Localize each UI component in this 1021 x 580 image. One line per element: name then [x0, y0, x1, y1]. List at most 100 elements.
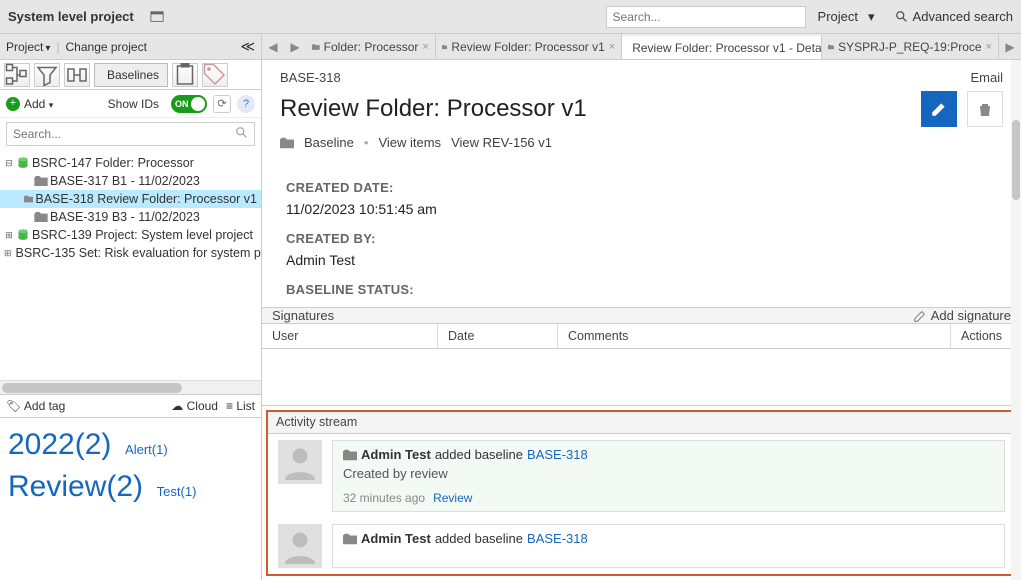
activity-body: Admin Test added baseline BASE-318 Creat…	[332, 440, 1005, 512]
search-icon	[895, 10, 909, 24]
signatures-columns: User Date Comments Actions	[262, 324, 1021, 349]
tool-releases-icon[interactable]	[64, 63, 90, 87]
created-by-label: CREATED BY:	[286, 231, 997, 246]
signatures-body	[262, 349, 1021, 406]
tab-scroll-right[interactable]: ▶	[284, 34, 306, 59]
tag-test[interactable]: Test(1)	[157, 484, 197, 499]
tree-row[interactable]: ⊞ BSRC-139 Project: System level project	[0, 226, 261, 244]
baseline-status-label: BASELINE STATUS:	[286, 282, 997, 297]
top-bar: System level project Project ▾ Advanced …	[0, 0, 1021, 34]
tag-toolbar: 🏷 Add tag ☁ Cloud ≡ List	[0, 394, 261, 418]
advanced-search-link[interactable]: Advanced search	[891, 9, 1013, 24]
tab-scroll-right-end[interactable]: ▶	[999, 34, 1021, 59]
page-title: Review Folder: Processor v1	[280, 95, 587, 123]
col-comments: Comments	[558, 324, 951, 348]
close-icon[interactable]: ×	[609, 41, 615, 53]
tool-baselines-button[interactable]: Baselines	[94, 63, 168, 87]
content-scrollbar[interactable]	[1011, 60, 1021, 580]
close-icon[interactable]: ×	[986, 41, 992, 53]
tree-label: BSRC-135 Set: Risk evaluation for system…	[16, 246, 261, 260]
folder-icon	[442, 42, 448, 52]
tab[interactable]: SYSPRJ-P_REQ-19:Proce×	[822, 34, 999, 59]
project-dropdown[interactable]: Project▾	[6, 40, 50, 54]
activity-review-link[interactable]: Review	[433, 491, 472, 505]
add-tag-link[interactable]: 🏷 Add tag	[6, 399, 65, 413]
tab-label: Folder: Processor	[324, 40, 419, 54]
tab-bar: ◀ ▶ Folder: Processor×Review Folder: Pro…	[262, 34, 1021, 60]
breadcrumb: Baseline • View items View REV-156 v1	[262, 135, 1021, 162]
add-signature-link[interactable]: Add signature	[913, 308, 1011, 323]
expander-icon[interactable]: ⊟	[4, 158, 14, 169]
help-icon[interactable]: ?	[237, 95, 255, 113]
add-plus-icon[interactable]: +	[6, 97, 20, 111]
expander-icon[interactable]: ⊞	[4, 230, 14, 241]
crumb-view-items[interactable]: View items	[378, 135, 441, 150]
sidebar-search-input[interactable]	[6, 122, 255, 146]
tree-row[interactable]: BASE-319 B3 - 11/02/2023	[0, 208, 261, 226]
tree-label: BSRC-139 Project: System level project	[32, 228, 253, 242]
sidebar: Project▾ | Change project ≪ Baselines + …	[0, 34, 262, 580]
activity-stream-panel: Activity stream Admin Test added baselin…	[266, 410, 1017, 576]
show-ids-toggle[interactable]: ON	[171, 95, 207, 113]
crumb-view-rev[interactable]: View REV-156 v1	[451, 135, 552, 150]
baseline-tree: ⊟ BSRC-147 Folder: Processor BASE-317 B1…	[0, 150, 261, 380]
tree-row[interactable]: ⊞ BSRC-135 Set: Risk evaluation for syst…	[0, 244, 261, 262]
change-project-link[interactable]: Change project	[66, 40, 147, 54]
activity-item: Admin Test added baseline BASE-318	[268, 518, 1015, 574]
activity-target-link[interactable]: BASE-318	[527, 531, 588, 546]
folder-icon	[828, 42, 834, 52]
signatures-title: Signatures	[272, 308, 334, 323]
tab[interactable]: Review Folder: Processor v1 ×	[436, 34, 622, 59]
tree-row[interactable]: BASE-317 B1 - 11/02/2023	[0, 172, 261, 190]
folder-icon	[280, 137, 294, 149]
search-scope-dropdown[interactable]: Project ▾	[812, 9, 881, 25]
tree-label: BASE-318 Review Folder: Processor v1	[35, 192, 257, 206]
close-icon[interactable]: ×	[422, 41, 428, 53]
activity-item: Admin Test added baseline BASE-318 Creat…	[268, 434, 1015, 518]
tree-row[interactable]: BASE-318 Review Folder: Processor v1	[0, 190, 261, 208]
tool-filter-icon[interactable]	[34, 63, 60, 87]
tab-label: Review Folder: Processor v1	[451, 40, 604, 54]
tool-clipboard-icon[interactable]	[172, 63, 198, 87]
tree-label: BASE-317 B1 - 11/02/2023	[50, 174, 200, 188]
folder-icon	[343, 449, 357, 461]
email-link[interactable]: Email	[970, 70, 1003, 85]
tag-review[interactable]: Review(2)	[8, 470, 143, 504]
delete-button[interactable]	[967, 91, 1003, 127]
activity-stream-title: Activity stream	[268, 412, 1015, 434]
tool-tag-icon[interactable]	[202, 63, 228, 87]
tag-list-button[interactable]: ≡ List	[226, 399, 255, 413]
activity-body: Admin Test added baseline BASE-318	[332, 524, 1005, 568]
sidebar-toolbar: Baselines	[0, 60, 261, 90]
tree-row[interactable]: ⊟ BSRC-147 Folder: Processor	[0, 154, 261, 172]
tag-2022[interactable]: 2022(2)	[8, 428, 111, 462]
tab[interactable]: Folder: Processor×	[306, 34, 436, 59]
sidebar-add-row: + Add ▾ Show IDs ON ⟳ ?	[0, 90, 261, 118]
tree-scrollbar[interactable]	[0, 380, 261, 394]
created-date-value: 11/02/2023 10:51:45 am	[286, 201, 997, 217]
collapse-sidebar-icon[interactable]: ≪	[240, 38, 255, 55]
tag-alert[interactable]: Alert(1)	[125, 442, 168, 457]
tool-tree-icon[interactable]	[4, 63, 30, 87]
edit-button[interactable]	[921, 91, 957, 127]
window-icon[interactable]	[150, 10, 164, 24]
activity-target-link[interactable]: BASE-318	[527, 447, 588, 462]
item-id: BASE-318	[280, 70, 341, 85]
avatar	[278, 440, 322, 484]
col-user: User	[262, 324, 438, 348]
tab-scroll-left[interactable]: ◀	[262, 34, 284, 59]
tag-cloud: 2022(2) Alert(1) Review(2) Test(1)	[0, 418, 261, 514]
tag-cloud-button[interactable]: ☁ Cloud	[171, 399, 218, 413]
add-button[interactable]: Add ▾	[24, 97, 53, 111]
tree-label: BASE-319 B3 - 11/02/2023	[50, 210, 200, 224]
folder-icon	[343, 533, 357, 545]
global-search-input[interactable]	[606, 6, 806, 28]
refresh-icon[interactable]: ⟳	[213, 95, 231, 113]
tab-label: Review Folder: Processor v1 - Details	[632, 41, 822, 55]
pencil-icon	[913, 309, 927, 323]
crumb-baseline[interactable]: Baseline	[304, 135, 354, 150]
expander-icon[interactable]: ⊞	[4, 248, 12, 259]
main-panel: ◀ ▶ Folder: Processor×Review Folder: Pro…	[262, 34, 1021, 580]
activity-note: Created by review	[343, 466, 994, 481]
tab[interactable]: Review Folder: Processor v1 - Details×	[622, 34, 822, 59]
